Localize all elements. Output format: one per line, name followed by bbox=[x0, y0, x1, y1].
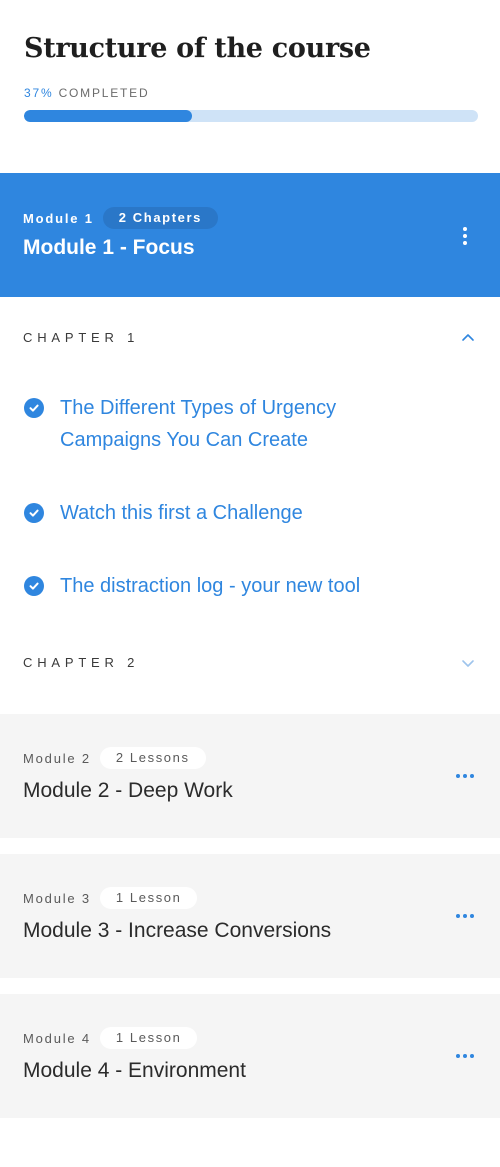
lesson-link[interactable]: The distraction log - your new tool bbox=[60, 570, 360, 602]
chapter-2-toggle[interactable]: CHAPTER 2 bbox=[23, 651, 478, 675]
module-count-badge: 1 Lesson bbox=[99, 887, 198, 909]
lesson-item[interactable]: The distraction log - your new tool bbox=[24, 570, 464, 602]
module-2-header[interactable]: Module 2 2 Lessons Module 2 - Deep Work bbox=[0, 714, 500, 838]
more-horizontal-icon[interactable] bbox=[454, 912, 476, 920]
module-count-badge: 2 Lessons bbox=[99, 747, 206, 769]
chapter-label: CHAPTER 1 bbox=[23, 330, 140, 345]
module-count-badge: 2 Chapters bbox=[102, 207, 218, 229]
course-title: Structure of the course bbox=[24, 33, 371, 64]
check-circle-icon bbox=[24, 398, 44, 418]
module-number: Module 2 bbox=[23, 750, 91, 766]
more-horizontal-icon[interactable] bbox=[454, 1052, 476, 1060]
module-number: Module 1 bbox=[23, 210, 94, 226]
more-horizontal-icon[interactable] bbox=[454, 772, 476, 780]
module-title: Module 2 - Deep Work bbox=[23, 779, 233, 802]
lesson-item[interactable]: Watch this first a Challenge bbox=[24, 497, 464, 529]
lesson-item[interactable]: The Different Types of Urgency Campaigns… bbox=[24, 392, 464, 456]
module-title: Module 1 - Focus bbox=[23, 236, 195, 259]
progress-bar-fill bbox=[24, 110, 192, 122]
check-circle-icon bbox=[24, 576, 44, 596]
chevron-up-icon bbox=[462, 334, 474, 341]
progress-label: 37% COMPLETED bbox=[24, 86, 478, 100]
progress-bar bbox=[24, 110, 478, 122]
chapter-label: CHAPTER 2 bbox=[23, 655, 140, 670]
module-meta: Module 2 2 Lessons bbox=[23, 747, 206, 769]
module-3-header[interactable]: Module 3 1 Lesson Module 3 - Increase Co… bbox=[0, 854, 500, 978]
module-title: Module 3 - Increase Conversions bbox=[23, 919, 332, 942]
module-number: Module 4 bbox=[23, 1030, 91, 1046]
module-count-badge: 1 Lesson bbox=[99, 1027, 198, 1049]
module-1-header[interactable]: Module 1 2 Chapters Module 1 - Focus bbox=[0, 173, 500, 297]
module-4-header[interactable]: Module 4 1 Lesson Module 4 - Environment bbox=[0, 994, 500, 1118]
course-header: Structure of the course 37% COMPLETED bbox=[24, 30, 478, 122]
progress-suffix: COMPLETED bbox=[58, 86, 150, 100]
module-number: Module 3 bbox=[23, 890, 91, 906]
lesson-link[interactable]: The Different Types of Urgency Campaigns… bbox=[60, 392, 400, 456]
module-meta: Module 1 2 Chapters bbox=[23, 207, 218, 229]
lesson-link[interactable]: Watch this first a Challenge bbox=[60, 497, 303, 529]
check-circle-icon bbox=[24, 503, 44, 523]
module-meta: Module 3 1 Lesson bbox=[23, 887, 198, 909]
progress-percent: 37% bbox=[24, 86, 54, 100]
chevron-down-icon bbox=[462, 660, 474, 667]
chapter-1-toggle[interactable]: CHAPTER 1 bbox=[23, 326, 478, 350]
module-meta: Module 4 1 Lesson bbox=[23, 1027, 198, 1049]
kebab-vertical-icon[interactable] bbox=[457, 225, 473, 245]
module-title: Module 4 - Environment bbox=[23, 1059, 246, 1082]
